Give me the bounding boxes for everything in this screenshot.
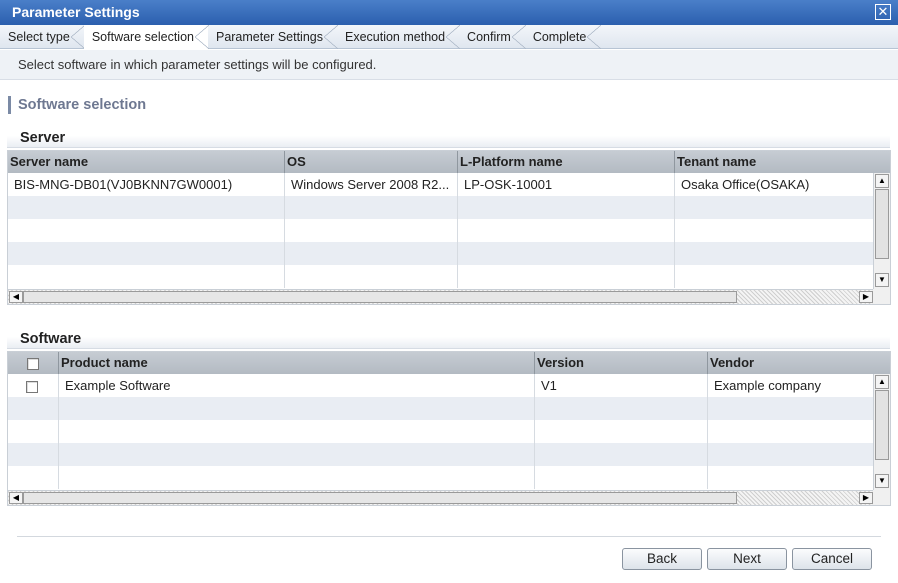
scroll-thumb[interactable] [875,189,889,259]
section-title: Software selection [8,96,146,114]
cell-vendor: Example company [714,378,821,393]
scroll-left-icon[interactable]: ◀ [9,291,23,303]
row-checkbox[interactable] [26,380,38,393]
server-grid-title: Server [7,128,890,148]
wizard-steps: Select type Software selection Parameter… [0,25,898,49]
table-row-empty [8,196,874,219]
software-grid-body: Example Software V1 Example company [8,374,874,489]
page-description: Select software in which parameter setti… [0,50,898,80]
scroll-thumb[interactable] [23,492,737,504]
scroll-corner [873,490,890,505]
step-software-selection: Software selection [83,25,210,49]
footer-divider [17,536,881,537]
scroll-up-icon[interactable]: ▲ [875,375,889,389]
table-row-empty [8,265,874,288]
cell-product-name: Example Software [59,374,535,397]
cancel-button[interactable]: Cancel [792,548,872,570]
cell-tenant-name: Osaka Office(OSAKA) [681,177,810,192]
software-grid-header: Product name Version Vendor [8,352,874,374]
row-checkbox-cell [8,374,59,397]
scroll-corner [873,289,890,304]
next-button[interactable]: Next [707,548,787,570]
step-complete: Complete [525,25,601,49]
step-confirm: Confirm [459,25,526,49]
scroll-thumb[interactable] [23,291,737,303]
scroll-right-icon[interactable]: ▶ [859,492,873,504]
table-row-empty [8,443,874,466]
software-vertical-scrollbar[interactable]: ▲ ▼ [873,374,890,490]
col-tenant-name[interactable]: Tenant name [675,151,874,173]
scroll-up-icon[interactable]: ▲ [875,174,889,188]
back-button[interactable]: Back [622,548,702,570]
window-title: Parameter Settings [12,4,140,20]
server-grid-body: BIS-MNG-DB01(VJ0BKNN7GW0001) Windows Ser… [8,173,874,288]
scroll-right-icon[interactable]: ▶ [859,291,873,303]
cell-server-name: BIS-MNG-DB01(VJ0BKNN7GW0001) [8,173,285,196]
scroll-thumb[interactable] [875,390,889,460]
step-parameter-settings: Parameter Settings [208,25,338,49]
table-row-empty [8,397,874,420]
scroll-left-icon[interactable]: ◀ [9,492,23,504]
col-version[interactable]: Version [535,352,708,374]
table-row[interactable]: BIS-MNG-DB01(VJ0BKNN7GW0001) Windows Ser… [8,173,874,196]
cell-version: V1 [535,374,708,397]
scroll-down-icon[interactable]: ▼ [875,273,889,287]
server-grid-header: Server name OS L-Platform name Tenant na… [8,151,874,173]
table-row-empty [8,219,874,242]
scroll-down-icon[interactable]: ▼ [875,474,889,488]
cell-lplatform-name: LP-OSK-10001 [458,173,675,196]
close-icon[interactable]: ✕ [875,4,891,20]
col-lplatform-name[interactable]: L-Platform name [458,151,675,173]
server-grid: Server name OS L-Platform name Tenant na… [7,150,891,305]
col-product-name[interactable]: Product name [59,352,535,374]
server-vertical-scrollbar[interactable]: ▲ ▼ [873,173,890,289]
step-execution-method: Execution method [337,25,461,49]
table-row-empty [8,242,874,265]
step-select-type: Select type [0,25,85,49]
window-titlebar: Parameter Settings ✕ [0,0,898,25]
software-horizontal-scrollbar[interactable]: ◀ ▶ [8,490,874,505]
col-server-name[interactable]: Server name [8,151,285,173]
col-select-all [8,352,59,374]
col-vendor[interactable]: Vendor [708,352,874,374]
server-horizontal-scrollbar[interactable]: ◀ ▶ [8,289,874,304]
header-filler [873,352,890,374]
table-row[interactable]: Example Software V1 Example company [8,374,874,397]
software-grid-title: Software [7,329,890,349]
software-grid: Product name Version Vendor Example Soft… [7,351,891,506]
cell-os: Windows Server 2008 R2... [285,173,458,196]
header-filler [873,151,890,173]
table-row-empty [8,466,874,489]
select-all-checkbox[interactable] [27,357,39,370]
table-row-empty [8,420,874,443]
col-os[interactable]: OS [285,151,458,173]
